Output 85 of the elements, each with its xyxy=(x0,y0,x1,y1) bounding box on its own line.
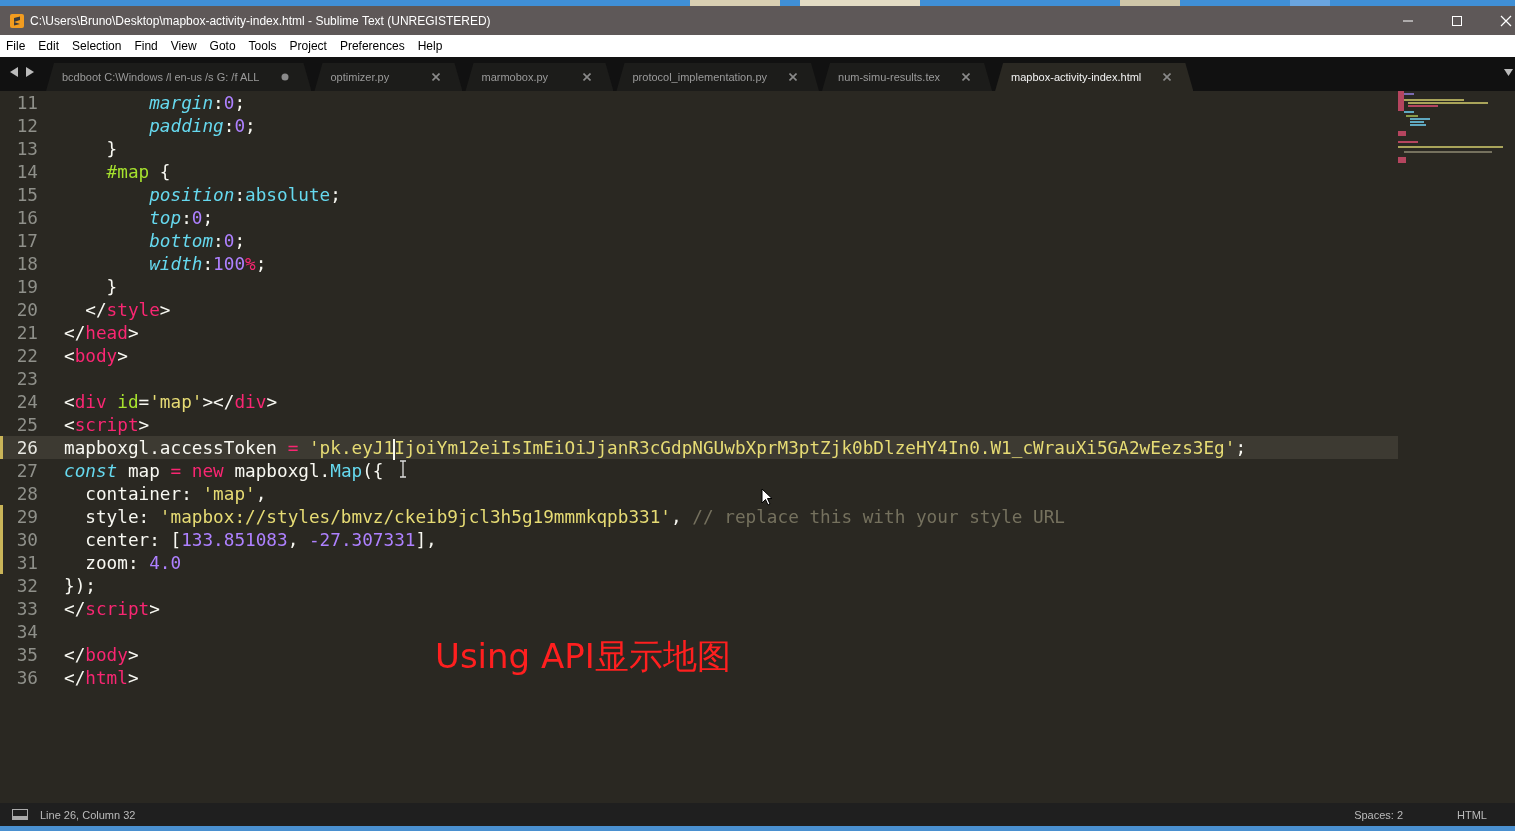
code-line: </style> xyxy=(84,299,171,320)
menu-item[interactable]: Help xyxy=(417,39,443,53)
video-caption: Using API显示地图 xyxy=(435,635,731,678)
menu-item[interactable]: Find xyxy=(134,39,158,53)
close-icon[interactable] xyxy=(789,73,797,81)
code-line: center: [133.851083, -27.307331], xyxy=(84,529,437,550)
line-number: 27 xyxy=(15,460,38,481)
line-number: 24 xyxy=(15,391,38,412)
menu-item[interactable]: View xyxy=(170,39,197,53)
back-arrow-icon[interactable] xyxy=(10,67,19,77)
line-number: 28 xyxy=(15,483,38,504)
cursor-position: Line 26, Column 32 xyxy=(40,808,136,821)
menu-item[interactable]: Preferences xyxy=(339,39,405,53)
code-line: position:absolute; xyxy=(148,184,341,205)
forward-arrow-icon[interactable] xyxy=(25,67,34,77)
code-line: const map = new mapboxgl.Map({ xyxy=(64,460,384,481)
line-number: 26 xyxy=(15,437,38,458)
line-number: 34 xyxy=(15,621,38,642)
code-line: container: 'map', xyxy=(84,483,267,504)
mouse-pointer-icon xyxy=(761,488,773,506)
menu-item[interactable]: Goto xyxy=(209,39,236,53)
code-line: style: 'mapbox://styles/bmvz/ckeib9jcl3h5g19mmmkqpb331', // replace this with your style URL xyxy=(84,506,1066,527)
tab[interactable]: mapbox-activity-index.html xyxy=(995,63,1194,91)
code-line: bottom:0; xyxy=(148,230,246,251)
line-number: 32 xyxy=(15,575,38,596)
code-line: } xyxy=(105,276,118,297)
code-line: <script> xyxy=(64,414,150,435)
code-line: margin:0; xyxy=(148,92,246,113)
minimap-drawing[interactable] xyxy=(1398,91,1503,163)
close-icon[interactable] xyxy=(962,73,971,81)
tab[interactable]: protocol_implementation.py xyxy=(616,63,819,91)
code-line: </body> xyxy=(64,644,139,665)
menu-item[interactable]: Project xyxy=(289,39,327,53)
close-icon[interactable] xyxy=(432,73,441,81)
line-number: 33 xyxy=(15,598,38,619)
line-number: 35 xyxy=(15,644,38,665)
line-number: 20 xyxy=(15,299,38,320)
code-line: } xyxy=(105,138,118,159)
maximize-icon[interactable] xyxy=(1451,14,1463,27)
line-number: 16 xyxy=(15,207,38,228)
code-line: width:100%; xyxy=(148,253,267,274)
window-title: C:\Users\Bruno\Desktop\mapbox-activity-index.html - Sublime Text (UNREGISTERED) xyxy=(30,13,491,28)
tab[interactable]: optimizer.py xyxy=(314,63,463,91)
line-number: 19 xyxy=(15,276,38,297)
tab[interactable]: num-simu-results.tex xyxy=(822,63,993,91)
line-number: 25 xyxy=(15,414,38,435)
line-number: 22 xyxy=(15,345,38,366)
menu-item[interactable]: Tools xyxy=(248,39,277,53)
code-line: #map { xyxy=(105,161,171,182)
syntax-setting[interactable]: HTML xyxy=(1415,808,1515,821)
close-icon[interactable] xyxy=(583,73,592,81)
line-number: 21 xyxy=(15,322,38,343)
code-line: </script> xyxy=(64,598,160,619)
code-line: mapboxgl.accessToken = 'pk.eyJ1IjoiYm12eiIsImEiOiJjanR3cGdpNGUwbXprM3ptZjk0bDlzeHY4In0.W1_cWrauXi5GA2wEezs3Eg'; xyxy=(64,437,1247,458)
code-line: }); xyxy=(64,575,96,596)
dropdown-caret-icon[interactable] xyxy=(1504,69,1513,76)
code-line: </head> xyxy=(64,322,139,343)
menu-item[interactable]: File xyxy=(6,39,26,53)
line-number: 17 xyxy=(15,230,38,251)
line-number: 13 xyxy=(15,138,38,159)
code-line: <div id='map'></div> xyxy=(64,391,278,412)
line-number: 30 xyxy=(15,529,38,550)
line-number: 15 xyxy=(15,184,38,205)
line-number: 11 xyxy=(15,92,38,113)
text-cursor-icon xyxy=(399,460,407,478)
line-number: 29 xyxy=(15,506,38,527)
line-number: 31 xyxy=(15,552,38,573)
code-line: padding:0; xyxy=(148,115,256,136)
indentation-setting[interactable]: Spaces: 2 xyxy=(1354,808,1404,821)
line-number: 36 xyxy=(15,667,38,688)
menu-item[interactable]: Edit xyxy=(38,39,60,53)
code-line: <body> xyxy=(64,345,128,366)
app-logo-icon xyxy=(10,13,24,28)
code-line: </html> xyxy=(64,667,139,688)
line-number: 18 xyxy=(15,253,38,274)
code-line: zoom: 4.0 xyxy=(84,552,182,573)
line-number: 14 xyxy=(15,161,38,182)
tab[interactable]: bcdboot C:\Windows /l en-us /s G: /f ALL xyxy=(46,63,312,91)
line-number: 12 xyxy=(15,115,38,136)
line-number: 23 xyxy=(15,368,38,389)
menu-item[interactable]: Selection xyxy=(72,39,122,53)
close-icon[interactable] xyxy=(1163,73,1172,81)
panel-icon[interactable] xyxy=(12,809,28,820)
code-line: top:0; xyxy=(148,207,214,228)
tab[interactable]: marmobox.py xyxy=(465,63,614,91)
